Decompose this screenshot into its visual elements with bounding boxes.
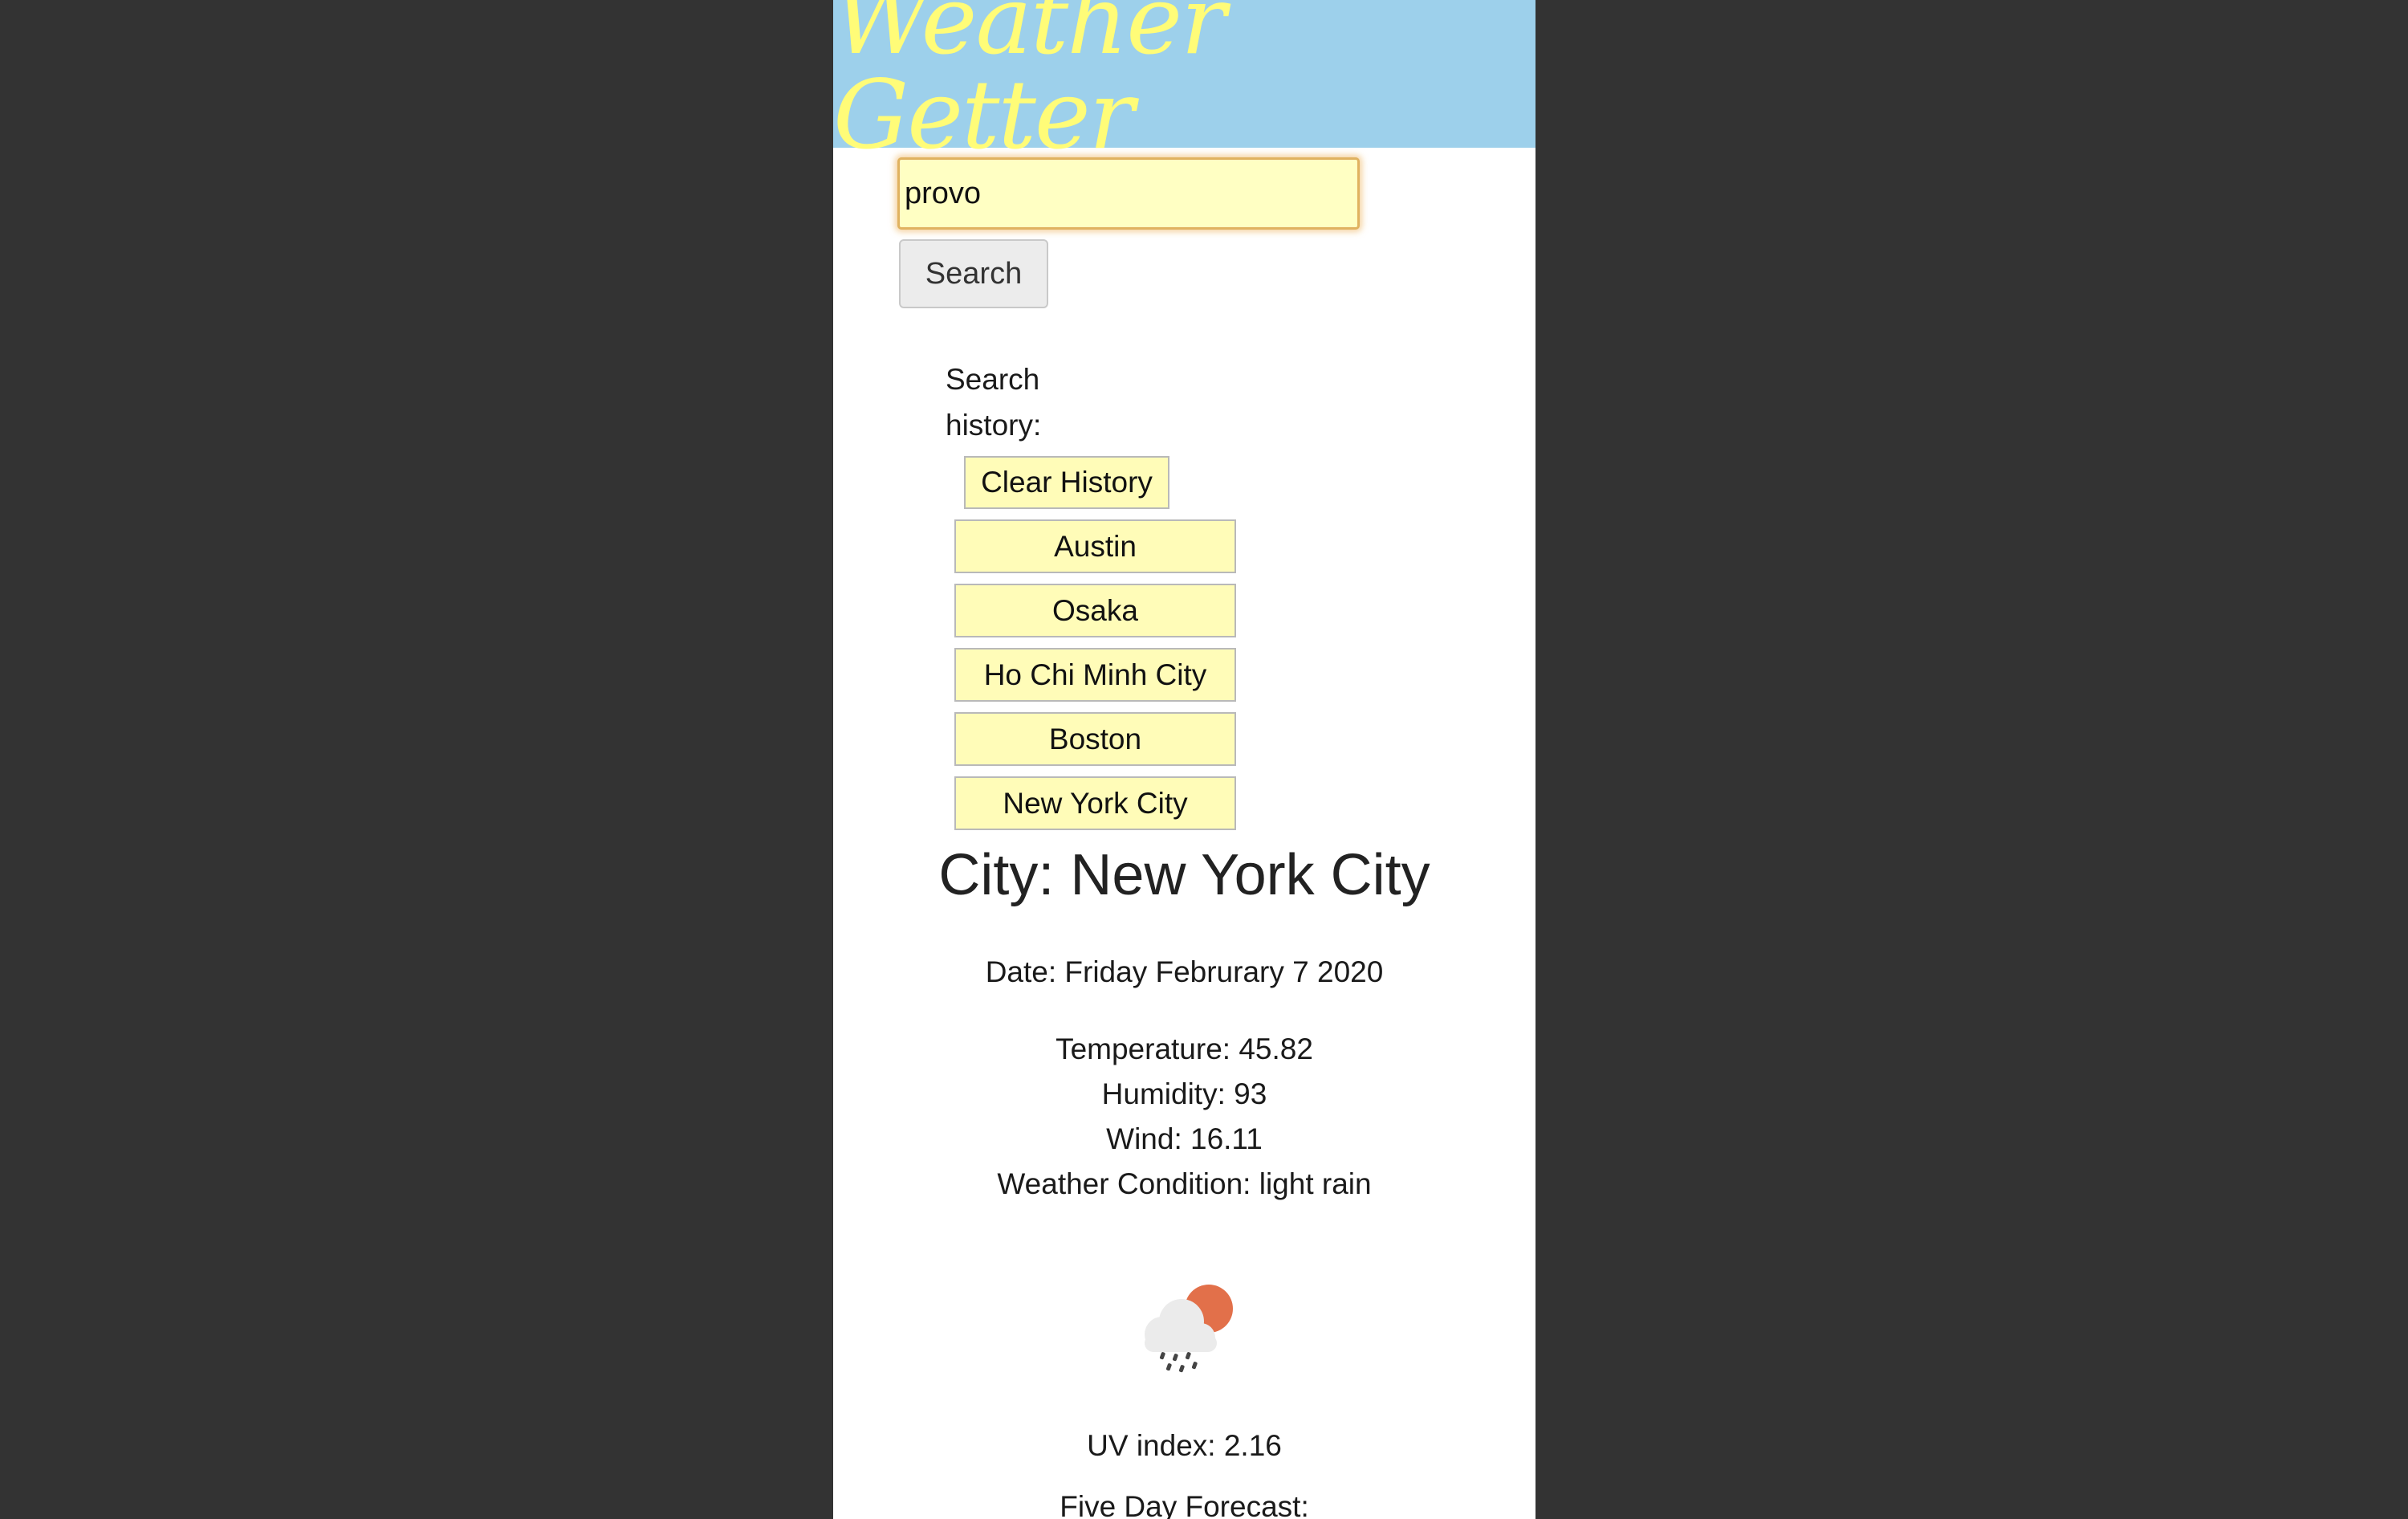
search-button[interactable]: Search [899,239,1048,308]
history-item-new-york-city[interactable]: New York City [954,776,1236,830]
history-item-ho-chi-minh-city[interactable]: Ho Chi Minh City [954,648,1236,702]
history-item-osaka[interactable]: Osaka [954,584,1236,637]
weather-app-page: Weather Getter Search Search history: Cl… [833,0,1536,1519]
date-text: Date: Friday Februrary 7 2020 [985,955,1384,988]
history-item-austin[interactable]: Austin [954,519,1236,573]
wind-text: Wind: 16.11 [1106,1122,1263,1155]
uv-index-text: UV index: 2.16 [1087,1429,1282,1462]
city-search-input[interactable] [897,157,1360,230]
temperature-text: Temperature: 45.82 [1056,1032,1313,1065]
clear-history-button[interactable]: Clear History [964,456,1169,509]
history-item-boston[interactable]: Boston [954,712,1236,766]
current-weather-stats: Temperature: 45.82 Humidity: 93 Wind: 16… [833,1027,1536,1207]
five-day-forecast-label: Five Day Forecast: [1060,1490,1309,1519]
header-banner: Weather Getter [833,0,1536,170]
light-rain-sun-icon [1145,1285,1233,1373]
humidity-text: Humidity: 93 [1101,1077,1267,1110]
weather-condition-text: Weather Condition: light rain [997,1167,1372,1200]
search-history-list: Austin Osaka Ho Chi Minh City Boston New… [954,519,1236,841]
city-heading: City: New York City [938,843,1430,907]
app-title: Weather Getter [833,0,1226,170]
search-history-label: Search history: [946,363,1042,442]
